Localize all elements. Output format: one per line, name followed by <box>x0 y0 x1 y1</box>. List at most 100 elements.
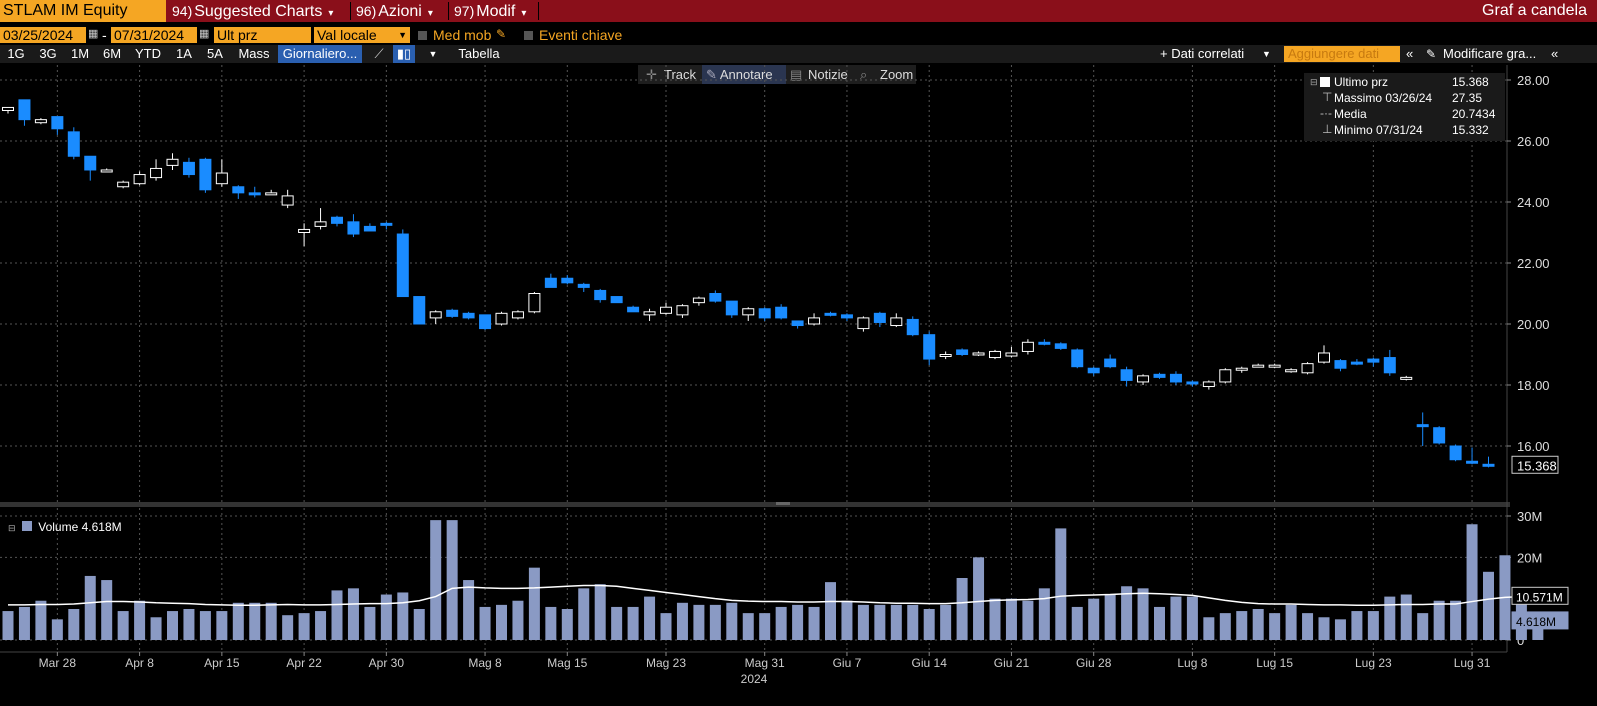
volume-bar <box>874 604 886 640</box>
x-tick-label: Apr 8 <box>125 656 154 670</box>
last-price-label: 15.368 <box>1517 458 1557 473</box>
x-tick-label: Apr 30 <box>369 656 405 670</box>
volume-bar <box>282 615 294 640</box>
candle-body <box>840 314 853 319</box>
candle-body <box>742 308 755 316</box>
volume-bar <box>923 609 935 640</box>
y-tick-label: 22.00 <box>1517 256 1550 271</box>
candle-body <box>1285 369 1298 373</box>
candle-body <box>1186 381 1199 385</box>
volume-tick-label: 30M <box>1517 509 1542 524</box>
candle-body <box>857 317 870 330</box>
x-tick-label: Lug 15 <box>1256 656 1293 670</box>
candle-body <box>956 349 969 355</box>
high-marker-icon: ⊤ <box>1322 90 1333 104</box>
volume-bar <box>1384 596 1396 640</box>
collapse-icon[interactable]: ⊟ <box>1310 77 1318 88</box>
x-tick-label: Giu 7 <box>833 656 862 670</box>
volume-bar <box>18 606 30 640</box>
candle-body <box>544 277 557 288</box>
candle-body <box>1400 376 1413 380</box>
volume-bar <box>825 582 836 640</box>
candle-body <box>676 305 689 316</box>
volume-bar <box>627 606 639 640</box>
x-tick-label: Giu 14 <box>912 656 948 670</box>
volume-bar <box>808 606 820 640</box>
x-tick-label: Mag 15 <box>547 656 587 670</box>
volume-bar <box>2 611 14 640</box>
candle-body <box>462 312 475 319</box>
candle-body <box>51 116 64 130</box>
collapse-icon[interactable]: ⊟ <box>8 523 16 533</box>
candle-body <box>495 312 508 325</box>
candle-body <box>692 297 705 304</box>
candle-body <box>248 192 261 196</box>
volume-bar <box>726 602 738 640</box>
candle-body <box>627 306 640 313</box>
candle-body <box>660 306 672 314</box>
candle-body <box>1087 367 1100 374</box>
volume-bar <box>265 602 277 640</box>
volume-bar <box>594 584 606 640</box>
x-tick-label: Mag 8 <box>468 656 502 670</box>
year-label: 2024 <box>741 672 768 686</box>
volume-bar <box>496 604 507 640</box>
candle-body <box>133 174 146 185</box>
volume-bar <box>101 580 113 640</box>
volume-bar <box>693 604 705 640</box>
volume-value-label: 4.618M <box>1516 615 1556 629</box>
legend-high-value: 27.35 <box>1452 91 1483 105</box>
candle-body <box>117 181 130 188</box>
candle-body <box>610 296 623 304</box>
volume-bar <box>1055 528 1067 640</box>
candle-body <box>1334 360 1347 369</box>
volume-bar <box>907 604 919 640</box>
candle-body <box>1301 363 1314 374</box>
volume-legend: ⊟ Volume 4.618M <box>8 520 122 534</box>
pane-resize-handle <box>776 502 790 505</box>
volume-bar <box>463 580 475 640</box>
volume-bar <box>216 611 228 640</box>
y-tick-label: 20.00 <box>1517 317 1550 332</box>
volume-bar <box>347 588 359 640</box>
y-tick-label: 26.00 <box>1517 134 1550 149</box>
y-tick-label: 24.00 <box>1517 195 1550 210</box>
candle-body <box>166 158 179 166</box>
volume-bar <box>1450 600 1462 640</box>
candle-body <box>1137 375 1150 383</box>
candle-body <box>1071 349 1084 368</box>
candle-body <box>1104 358 1117 368</box>
volume-bar <box>742 613 754 640</box>
volume-bar <box>397 592 409 640</box>
volume-value-label: 10.571M <box>1516 590 1563 604</box>
x-tick-label: Apr 22 <box>286 656 322 670</box>
candle-body <box>18 99 31 121</box>
candle-body <box>775 306 788 319</box>
volume-bar <box>68 609 80 640</box>
volume-bar <box>331 590 343 640</box>
volume-bar <box>857 604 869 640</box>
candle-body <box>758 308 771 319</box>
volume-bar <box>1104 594 1116 640</box>
volume-bar <box>644 596 656 640</box>
x-tick-label: Mag 23 <box>646 656 686 670</box>
candle-body <box>100 169 113 173</box>
y-tick-label: 16.00 <box>1517 439 1550 454</box>
candle-body <box>1367 358 1380 363</box>
candle-body <box>232 186 245 194</box>
candle-body <box>199 158 212 191</box>
candle-body <box>1120 369 1133 381</box>
volume-bar <box>1252 609 1264 640</box>
candle-body <box>808 317 821 325</box>
candle-body <box>972 352 985 356</box>
candle-body <box>1350 361 1363 365</box>
candle-body <box>182 161 195 176</box>
volume-bar <box>1137 588 1149 640</box>
candle-body <box>1252 364 1265 368</box>
candle-body <box>429 311 442 319</box>
volume-moving-average-line <box>8 584 1538 607</box>
volume-bar <box>35 600 47 640</box>
volume-tick-label: 20M <box>1517 550 1542 565</box>
candle-body <box>396 233 409 298</box>
volume-bar <box>315 611 327 640</box>
